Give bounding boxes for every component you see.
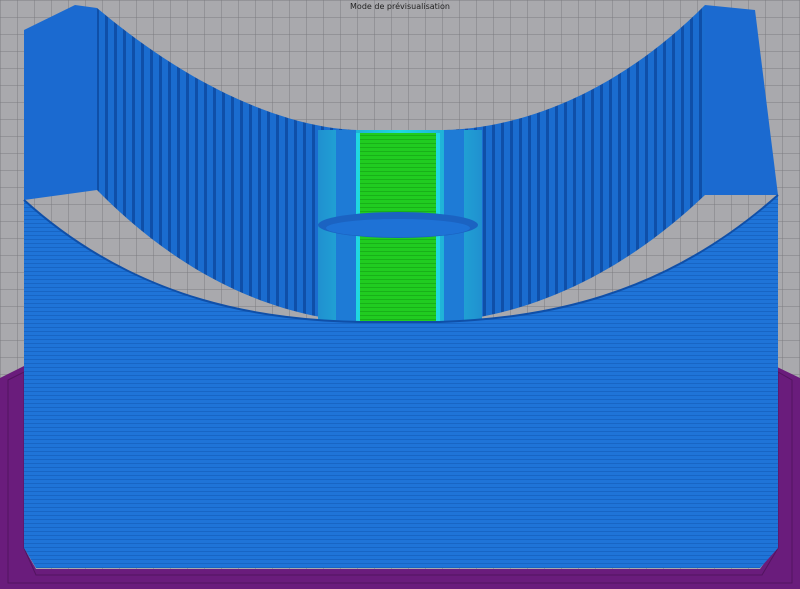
preview-viewport[interactable]: Mode de prévisualisation: [0, 0, 800, 589]
preview-scene[interactable]: [0, 0, 800, 589]
center-slot: [318, 130, 482, 326]
